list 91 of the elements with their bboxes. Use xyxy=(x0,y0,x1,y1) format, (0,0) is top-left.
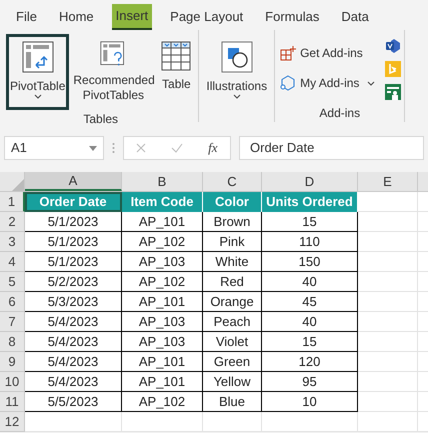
table-cell-text: AP_101 xyxy=(138,292,186,311)
table-cell-text: AP_101 xyxy=(138,372,186,391)
hexagon-icon xyxy=(280,75,296,91)
add-grid-icon xyxy=(280,45,296,61)
row-header[interactable]: 4 xyxy=(0,252,25,272)
pivot-table-icon xyxy=(22,41,54,73)
table-cell-text: 5/4/2023 xyxy=(48,352,98,371)
column-header[interactable]: E xyxy=(358,172,418,191)
empty-cell xyxy=(203,412,262,432)
row-header[interactable]: 3 xyxy=(0,232,25,252)
dropdown-icon xyxy=(89,146,97,150)
table-cell-text: Brown xyxy=(214,212,250,231)
row-header[interactable]: 6 xyxy=(0,292,25,312)
table-cell-text: Green xyxy=(214,352,250,371)
table-cell-text: 120 xyxy=(298,352,320,371)
ribbon-button[interactable]: Recommended PivotTables xyxy=(69,34,158,110)
table-cell-text: 5/4/2023 xyxy=(48,312,98,331)
table-cell-text: 40 xyxy=(302,312,317,331)
table-cell-text: 5/3/2023 xyxy=(48,292,98,311)
column-header[interactable]: B xyxy=(122,172,203,191)
formula-field[interactable]: Order Date xyxy=(239,136,424,160)
ribbon-tab[interactable]: Insert xyxy=(112,4,152,30)
table-cell-text: 150 xyxy=(298,252,320,271)
table-cell-text: White xyxy=(215,252,249,271)
table-cell-text: 110 xyxy=(299,232,320,251)
ribbon-button[interactable]: My Add-ins xyxy=(278,72,378,94)
table-icon xyxy=(161,41,192,71)
column-header[interactable]: A xyxy=(25,172,122,191)
table-cell-text: 5/1/2023 xyxy=(48,232,98,251)
row-header[interactable]: 7 xyxy=(0,312,25,332)
row-header[interactable]: 12 xyxy=(0,412,25,432)
table-cell-text: Blue xyxy=(218,392,246,411)
table-cell-text: AP_102 xyxy=(138,232,186,251)
table-cell-text: 15 xyxy=(302,332,317,351)
header-cell-text: Order Date xyxy=(39,193,107,212)
group-label: Tables xyxy=(83,112,118,126)
ribbon-button[interactable]: Get Add-ins xyxy=(278,42,378,64)
table-cell-text: 5/4/2023 xyxy=(48,332,98,351)
table-cell-text: 5/5/2023 xyxy=(48,392,98,411)
ribbon-tab[interactable]: File xyxy=(12,4,41,30)
header-cell-text: Item Code xyxy=(130,193,194,212)
table-cell-text: AP_102 xyxy=(138,272,186,291)
name-box[interactable]: A1 xyxy=(4,136,104,160)
ribbon-button[interactable]: Illustrations xyxy=(202,34,272,110)
table-cell-text: 15 xyxy=(302,212,317,231)
row-header[interactable]: 5 xyxy=(0,272,25,292)
header-cell-text: Color xyxy=(215,193,249,212)
table-cell-text: 40 xyxy=(302,272,317,291)
people-grid-icon xyxy=(385,84,402,100)
table-cell-text: AP_103 xyxy=(138,252,186,271)
drag-handle-icon xyxy=(112,142,115,154)
table-cell-text: Peach xyxy=(214,312,250,331)
table-cell-text: AP_102 xyxy=(138,392,186,411)
table-cell-text: Pink xyxy=(219,232,245,251)
header-cell-text: Units Ordered xyxy=(266,193,353,212)
row-header[interactable]: 10 xyxy=(0,372,25,392)
table-cell-text: 5/2/2023 xyxy=(48,272,98,291)
row-header[interactable]: 9 xyxy=(0,352,25,372)
table-cell-text: AP_103 xyxy=(138,312,186,331)
row-header[interactable]: 2 xyxy=(0,212,25,232)
table-cell-text: Violet xyxy=(216,332,248,351)
table-cell-text: 5/1/2023 xyxy=(48,212,98,231)
column-header[interactable]: C xyxy=(203,172,262,191)
enter-check-icon[interactable] xyxy=(171,143,184,153)
group-label: Add-ins xyxy=(319,106,360,120)
bing-icon xyxy=(385,61,402,77)
row-header[interactable]: 11 xyxy=(0,392,25,412)
row-header[interactable]: 1 xyxy=(0,192,25,212)
insert-function-button[interactable]: fx xyxy=(208,138,218,158)
table-cell-text: 10 xyxy=(302,392,317,411)
table-cell-text: 95 xyxy=(302,372,317,391)
table-cell-text: 5/4/2023 xyxy=(48,372,98,391)
table-cell-text: AP_103 xyxy=(138,332,186,351)
ribbon-button[interactable]: PivotTable xyxy=(6,34,70,110)
column-header[interactable]: D xyxy=(262,172,358,191)
table-cell-text: 5/1/2023 xyxy=(48,252,98,271)
ribbon-button[interactable]: Table xyxy=(157,34,196,110)
ribbon-tab[interactable]: Data xyxy=(337,4,373,30)
row-header[interactable]: 8 xyxy=(0,332,25,352)
visio-icon xyxy=(385,38,402,54)
ribbon-tab[interactable]: Home xyxy=(54,4,98,30)
table-cell-text: Yellow xyxy=(213,372,251,391)
table-cell-text: 45 xyxy=(302,292,317,311)
shapes-icon xyxy=(220,41,253,73)
table-cell-text: AP_101 xyxy=(138,352,186,371)
ribbon-tab[interactable]: Formulas xyxy=(261,4,324,30)
ribbon-tab[interactable]: Page Layout xyxy=(166,4,248,30)
table-cell-text: Orange xyxy=(210,292,254,311)
table-cell-text: Red xyxy=(220,272,244,291)
cancel-icon[interactable] xyxy=(136,143,146,153)
table-cell-text: AP_101 xyxy=(138,212,186,231)
